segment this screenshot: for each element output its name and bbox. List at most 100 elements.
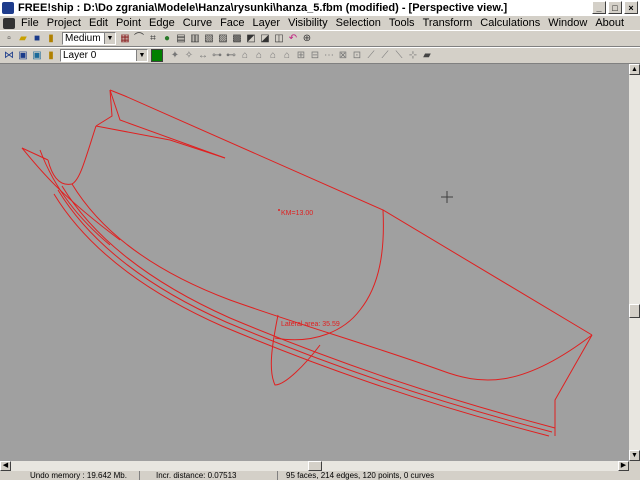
- edge-crease-icon[interactable]: ⋯: [323, 50, 335, 62]
- curvature-icon[interactable]: ⌒: [133, 33, 145, 45]
- menu-project[interactable]: Project: [43, 17, 85, 29]
- menu-point[interactable]: Point: [112, 17, 145, 29]
- chine-line: [71, 183, 593, 381]
- buttocks-icon[interactable]: ▨: [217, 33, 229, 45]
- horizontal-scrollbar[interactable]: ◀ ▶: [0, 461, 629, 471]
- layer-props-icon[interactable]: ⋈: [3, 50, 15, 62]
- bottom-line-1: [61, 185, 556, 429]
- chevron-down-icon: ▼: [104, 33, 115, 44]
- bow-curve: [47, 125, 97, 185]
- curvature-plot-icon[interactable]: ↶: [287, 33, 299, 45]
- curve-edit-icon[interactable]: ⟋: [379, 50, 391, 62]
- layer-select[interactable]: Layer 0 ▼: [60, 49, 148, 62]
- point-lock-icon[interactable]: ⊶: [211, 50, 223, 62]
- hull-drawing: KM=13.00 Lateral area: 35.59: [21, 89, 593, 437]
- horizontal-scroll-thumb[interactable]: [308, 461, 322, 471]
- stations-icon[interactable]: ▧: [203, 33, 215, 45]
- bottom-line-2: [57, 189, 553, 433]
- title-bar: FREE!ship : D:\Do zgrania\Modele\Hanza\r…: [0, 0, 640, 16]
- transom-line: [554, 334, 593, 436]
- point-align-icon[interactable]: ⌂: [239, 50, 251, 62]
- menu-tools[interactable]: Tools: [385, 17, 419, 29]
- point-intersect-icon[interactable]: ⌂: [253, 50, 265, 62]
- menu-edge[interactable]: Edge: [145, 17, 179, 29]
- vertical-scrollbar[interactable]: ▲ ▼: [629, 64, 640, 461]
- delete-icon[interactable]: ▰: [421, 50, 433, 62]
- secondary-toolbar: ⋈ ▣ ▣ ▮ Layer 0 ▼ ✦ ✧ ↔ ⊶ ⊷ ⌂ ⌂ ⌂ ⌂ ⊞ ⊟ …: [0, 47, 640, 64]
- save-icon[interactable]: ■: [31, 33, 43, 45]
- scroll-up-button[interactable]: ▲: [629, 64, 640, 75]
- open-file-icon[interactable]: ▰: [17, 33, 29, 45]
- status-bar: Undo memory : 19.642 Mb. Incr. distance:…: [0, 471, 640, 480]
- layer-visibility-icon[interactable]: ▣: [31, 50, 43, 62]
- edge-insert-icon[interactable]: ⊟: [309, 50, 321, 62]
- perspective-viewport[interactable]: KM=13.00 Lateral area: 35.59: [0, 64, 629, 461]
- mesh-count-status: 95 faces, 214 edges, 120 points, 0 curve…: [286, 471, 435, 480]
- waterlines-icon[interactable]: ▩: [231, 33, 243, 45]
- edge-split-icon[interactable]: ⌂: [281, 50, 293, 62]
- flowlines-icon[interactable]: ◫: [273, 33, 285, 45]
- minimize-button[interactable]: _: [592, 1, 606, 14]
- edge-collapse-icon[interactable]: ⊞: [295, 50, 307, 62]
- km-marker: [278, 209, 280, 211]
- menu-transform[interactable]: Transform: [419, 17, 477, 29]
- layer-color-icon[interactable]: ▮: [45, 50, 57, 62]
- bottom-line-3: [53, 193, 550, 437]
- menu-selection[interactable]: Selection: [332, 17, 385, 29]
- menu-calculations[interactable]: Calculations: [476, 17, 544, 29]
- lateral-area-label: Lateral area: 35.59: [281, 321, 340, 328]
- bow-tip: [21, 147, 49, 161]
- layer-color-swatch[interactable]: [151, 49, 163, 62]
- layer-value: Layer 0: [63, 50, 97, 61]
- new-file-icon[interactable]: ▫: [3, 33, 15, 45]
- menu-face[interactable]: Face: [216, 17, 248, 29]
- app-icon: [2, 2, 14, 14]
- close-button[interactable]: ×: [624, 1, 638, 14]
- forefoot-line: [39, 149, 111, 246]
- maximize-button[interactable]: □: [608, 1, 622, 14]
- edge-extrude-icon[interactable]: ⌂: [267, 50, 279, 62]
- curve-delete-icon[interactable]: ⟍: [393, 50, 405, 62]
- km-label: KM=13.00: [281, 210, 313, 217]
- chevron-down-icon: ▼: [136, 50, 147, 61]
- zebra-icon[interactable]: ▥: [189, 33, 201, 45]
- curve-new-icon[interactable]: ⟋: [365, 50, 377, 62]
- vertical-scroll-thumb[interactable]: [629, 304, 640, 318]
- import-icon[interactable]: ▮: [45, 33, 57, 45]
- face-flip-icon[interactable]: ⊡: [351, 50, 363, 62]
- scroll-right-button[interactable]: ▶: [618, 461, 629, 471]
- menu-window[interactable]: Window: [544, 17, 591, 29]
- point-collapse-icon[interactable]: ✧: [183, 50, 195, 62]
- point-add-icon[interactable]: ✦: [169, 50, 181, 62]
- menu-about[interactable]: About: [591, 17, 628, 29]
- deck-edge: [109, 89, 226, 159]
- markers-icon[interactable]: ⊕: [301, 33, 313, 45]
- scroll-left-button[interactable]: ◀: [0, 461, 11, 471]
- grid-icon[interactable]: ▦: [119, 33, 131, 45]
- interior-edges-icon[interactable]: ▤: [175, 33, 187, 45]
- menu-file[interactable]: File: [17, 17, 43, 29]
- menu-visibility[interactable]: Visibility: [284, 17, 332, 29]
- control-net-icon[interactable]: ⌗: [147, 33, 159, 45]
- sheer-line: [109, 89, 593, 336]
- point-insert-icon[interactable]: ↔: [197, 50, 209, 62]
- main-toolbar: ▫ ▰ ■ ▮ Medium ▼ ▦ ⌒ ⌗ ● ▤ ▥ ▧ ▨ ▩ ◩ ◪ ◫…: [0, 30, 640, 47]
- deck-line: [95, 125, 226, 159]
- face-new-icon[interactable]: ⊠: [337, 50, 349, 62]
- menu-curve[interactable]: Curve: [179, 17, 216, 29]
- menu-bar: File Project Edit Point Edge Curve Face …: [0, 16, 640, 30]
- menu-edit[interactable]: Edit: [85, 17, 112, 29]
- diagonals-icon[interactable]: ◩: [245, 33, 257, 45]
- stem-top: [95, 89, 113, 127]
- hydrostatics-icon[interactable]: ◪: [259, 33, 271, 45]
- undo-memory-status: Undo memory : 19.642 Mb.: [0, 471, 140, 480]
- incr-distance-status: Incr. distance: 0.07513: [140, 471, 278, 480]
- scroll-down-button[interactable]: ▼: [629, 450, 640, 461]
- shade-icon[interactable]: ●: [161, 33, 173, 45]
- menu-layer[interactable]: Layer: [249, 17, 285, 29]
- selection-icon[interactable]: ⊹: [407, 50, 419, 62]
- precision-select[interactable]: Medium ▼: [62, 32, 116, 45]
- point-unlock-icon[interactable]: ⊷: [225, 50, 237, 62]
- layer-new-icon[interactable]: ▣: [17, 50, 29, 62]
- document-menu-icon[interactable]: [3, 17, 15, 29]
